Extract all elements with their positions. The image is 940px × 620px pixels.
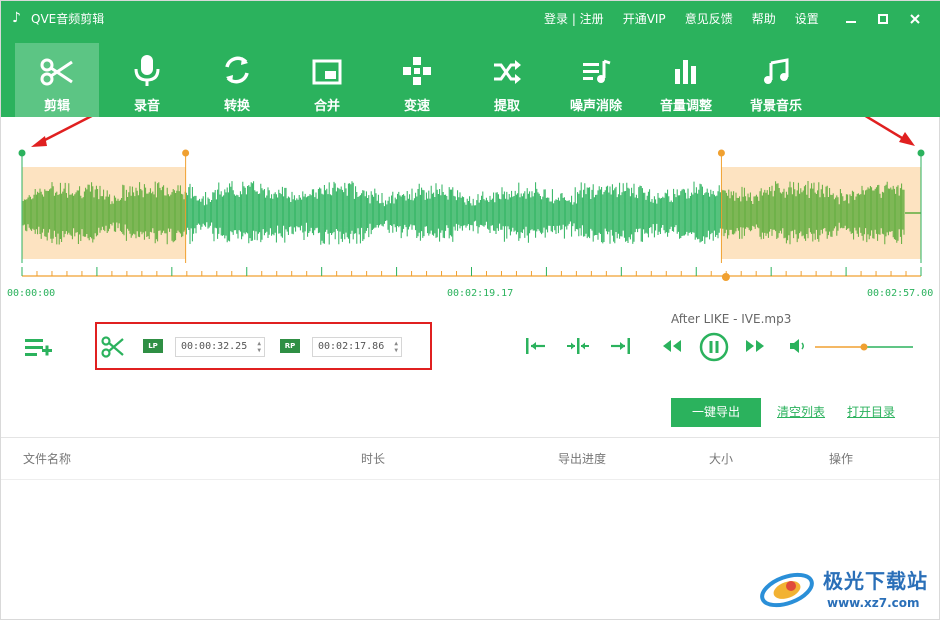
tab-bgm[interactable]: 背景音乐	[734, 43, 818, 117]
trim-button[interactable]	[101, 335, 125, 363]
jump-end-icon	[611, 338, 630, 354]
microphone-icon	[134, 55, 160, 86]
tab-label: 转换	[223, 99, 250, 114]
jump-start-icon	[526, 338, 545, 354]
help-link[interactable]: 帮助	[752, 11, 776, 27]
annotation-arrow-right	[864, 117, 915, 146]
tab-convert[interactable]: 转换	[195, 43, 279, 117]
tab-extract[interactable]: 提取	[465, 43, 549, 117]
table-divider	[1, 479, 939, 480]
col-size: 大小	[709, 452, 734, 466]
rp-badge: RP	[280, 339, 300, 353]
tab-label: 音量调整	[659, 99, 712, 114]
open-folder-link[interactable]: 打开目录	[847, 405, 895, 419]
pause-button[interactable]	[699, 332, 729, 366]
tab-merge[interactable]: 合并	[285, 43, 369, 117]
maximize-icon	[878, 14, 888, 24]
tab-label: 噪声消除	[569, 99, 622, 114]
lp-spinner-arrows[interactable]: ▲ ▼	[257, 340, 261, 354]
current-time: 00:02:19.17	[447, 288, 514, 299]
watermark: 极光下载站 www.xz7.com	[757, 566, 937, 616]
picture-in-picture-icon	[312, 59, 342, 85]
current-file-name: After LIKE - IVE.mp3	[671, 312, 792, 326]
minimize-icon	[846, 21, 856, 23]
tab-label: 合并	[313, 99, 340, 114]
watermark-title: 极光下载站	[823, 569, 928, 593]
scissors-icon	[40, 58, 73, 86]
tab-label: 背景音乐	[749, 99, 802, 114]
close-icon	[910, 14, 920, 24]
title-bar: ♪ QVE音频剪辑 登录 | 注册 开通VIP 意见反馈 帮助 设置	[1, 1, 940, 37]
col-file-name: 文件名称	[23, 452, 72, 466]
tab-cut[interactable]: 剪辑	[15, 43, 99, 117]
jump-to-end-button[interactable]	[609, 337, 631, 359]
jump-center-icon	[567, 338, 589, 354]
pause-icon	[699, 332, 729, 362]
top-links: 登录 | 注册 开通VIP 意见反馈 帮助 设置	[544, 11, 838, 27]
speed-icon	[403, 57, 431, 85]
volume-slider-track[interactable]	[813, 340, 915, 354]
tab-speed[interactable]: 变速	[375, 43, 459, 117]
rp-spinner-arrows[interactable]: ▲ ▼	[394, 340, 398, 354]
clear-list-link[interactable]: 清空列表	[777, 405, 825, 419]
rewind-icon	[663, 340, 681, 352]
main-toolbar: 剪辑 录音 转换 合并 变速 提取 噪声消除 音量调整 背景音乐	[1, 37, 940, 117]
bar-chart-icon	[675, 60, 696, 84]
tab-label: 剪辑	[43, 99, 70, 114]
lp-time-input[interactable]: 00:00:32.25 ▲ ▼	[175, 337, 265, 357]
settings-link[interactable]: 设置	[795, 11, 819, 27]
playlist-add-icon	[25, 339, 52, 356]
rp-time-input[interactable]: 00:02:17.86 ▲ ▼	[312, 337, 402, 357]
playlist-music-icon	[583, 59, 611, 83]
rewind-button[interactable]	[661, 338, 683, 358]
close-button[interactable]	[899, 9, 931, 29]
col-export-progress: 导出进度	[558, 452, 607, 466]
scissors-icon	[101, 336, 124, 358]
lp-time-value: 00:00:32.25	[181, 341, 248, 352]
waveform-editor[interactable]: 00:00:00 00:02:19.17 00:02:57.00	[1, 117, 940, 307]
tab-record[interactable]: 录音	[105, 43, 189, 117]
file-table-header: 文件名称 时长 导出进度 大小 操作	[1, 437, 939, 479]
rp-time-value: 00:02:17.86	[318, 341, 385, 352]
volume-knob[interactable]	[860, 343, 868, 351]
jump-to-start-button[interactable]	[525, 337, 547, 359]
end-time: 00:02:57.00	[867, 288, 934, 299]
refresh-icon	[225, 56, 249, 84]
jump-to-center-button[interactable]	[566, 337, 590, 359]
shuffle-icon	[494, 60, 521, 84]
tab-label: 提取	[493, 99, 520, 114]
waveform-active	[185, 181, 721, 245]
feedback-link[interactable]: 意见反馈	[685, 11, 733, 27]
tab-label: 录音	[133, 99, 160, 114]
vip-link[interactable]: 开通VIP	[623, 11, 666, 27]
minimize-button[interactable]	[835, 9, 867, 29]
add-to-list-button[interactable]	[23, 336, 53, 362]
app-logo-icon: ♪	[12, 10, 21, 26]
lp-badge: LP	[143, 339, 163, 353]
music-note-icon	[764, 58, 789, 84]
tab-volume[interactable]: 音量调整	[644, 43, 728, 117]
fast-forward-icon	[746, 340, 764, 352]
waveform-canvas[interactable]	[1, 117, 940, 307]
tab-label: 变速	[403, 99, 430, 114]
volume-icon	[790, 339, 804, 353]
col-actions: 操作	[829, 452, 854, 466]
export-button[interactable]: 一键导出	[671, 398, 761, 427]
playhead[interactable]	[721, 273, 730, 281]
maximize-button[interactable]	[867, 9, 899, 29]
login-register-link[interactable]: 登录 | 注册	[544, 11, 604, 27]
app-window: ♪ QVE音频剪辑 登录 | 注册 开通VIP 意见反馈 帮助 设置 剪辑 录音…	[0, 0, 940, 620]
mute-button[interactable]	[789, 338, 807, 358]
col-duration: 时长	[361, 452, 386, 466]
tab-denoise[interactable]: 噪声消除	[554, 43, 638, 117]
fast-forward-button[interactable]	[744, 338, 766, 358]
volume-slider[interactable]	[813, 339, 915, 353]
watermark-url: www.xz7.com	[827, 596, 920, 610]
watermark-logo-icon	[760, 572, 814, 608]
window-controls	[835, 9, 931, 29]
annotation-arrow-left	[31, 117, 93, 147]
start-time: 00:00:00	[7, 288, 56, 299]
app-title: QVE音频剪辑	[31, 12, 105, 26]
